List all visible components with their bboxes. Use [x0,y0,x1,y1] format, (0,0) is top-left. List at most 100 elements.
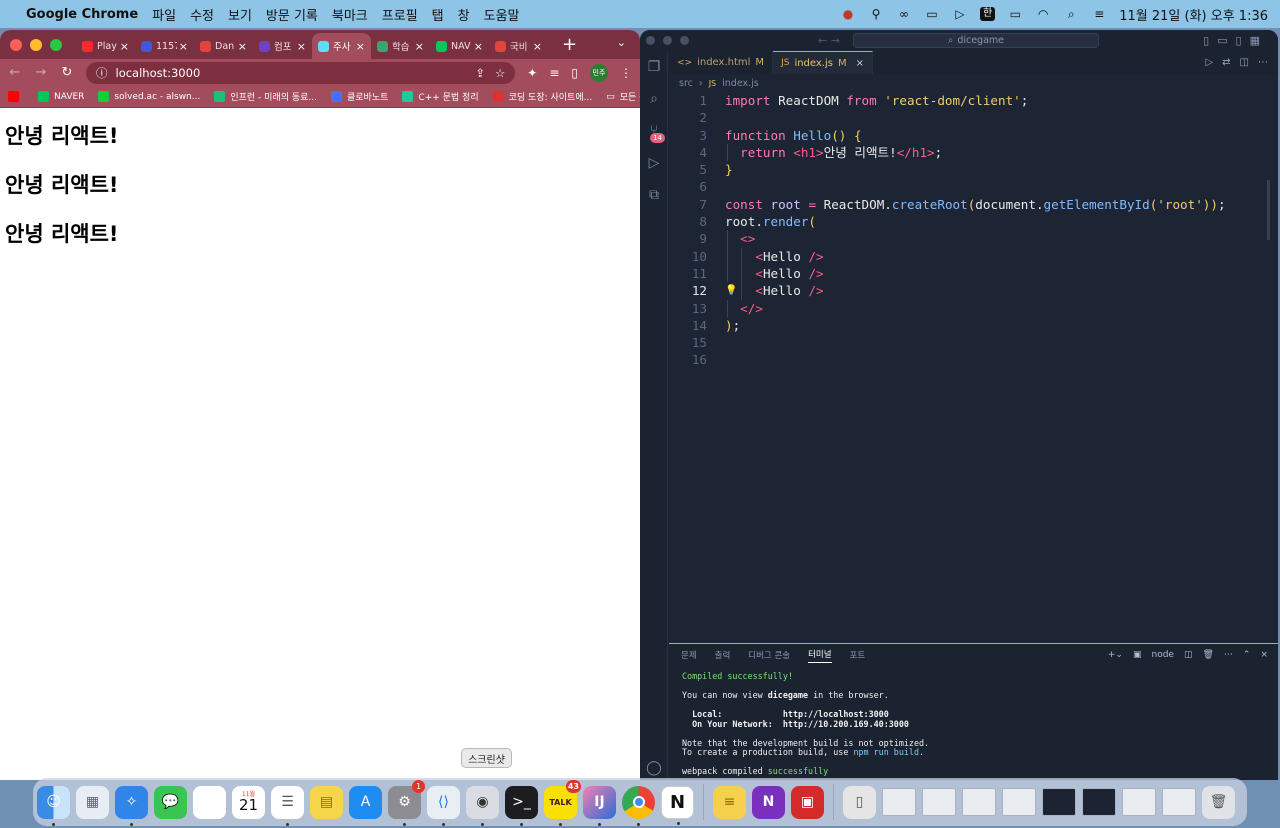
notes-icon[interactable]: ▤ [310,785,343,819]
bookmark-item[interactable]: NAVER [38,91,84,102]
minimized-window-thumbnail[interactable] [1002,788,1036,816]
tab-search-chevron-icon[interactable]: ⌄ [617,36,626,49]
menu-history[interactable]: 방문 기록 [266,5,318,24]
minimized-window-thumbnail[interactable] [1122,788,1156,816]
photos-icon[interactable]: ✿ [193,785,226,819]
vscode-close-button[interactable] [646,36,655,45]
terminal-icon[interactable]: >_ [505,785,538,826]
stickies-icon[interactable]: ≡ [713,785,746,819]
url-text[interactable]: localhost:3000 [116,66,201,80]
close-icon[interactable]: × [415,40,424,53]
reading-list-icon[interactable]: ≡ [549,66,559,80]
menu-window[interactable]: 창 [458,5,470,24]
onenote-icon[interactable]: N [752,785,785,819]
close-icon[interactable]: × [356,40,365,53]
account-icon[interactable]: ◯ [640,760,668,776]
ar-icon[interactable]: ⚲ [868,7,884,21]
menu-tab[interactable]: 탭 [432,5,444,24]
close-icon[interactable]: × [474,40,483,53]
close-icon[interactable]: × [179,40,188,53]
code-line[interactable]: 6 [669,178,1278,195]
minimized-window-thumbnail[interactable] [962,788,996,816]
code-line[interactable]: 11 <Hello /> [669,264,1278,283]
breadcrumb-file[interactable]: index.js [722,78,759,89]
menu-profiles[interactable]: 프로필 [382,5,418,24]
extensions-icon[interactable]: ⧉ [640,179,668,211]
nav-arrows-icon[interactable]: ← → [818,34,840,47]
code-line[interactable]: 15 [669,334,1278,351]
code-line[interactable]: 7 const root = ReactDOM.createRoot(docume… [669,196,1278,213]
vscode-zoom-button[interactable] [680,36,689,45]
minimized-window-thumbnail[interactable] [882,788,916,816]
search-icon[interactable]: ⌕ [640,83,668,115]
play-icon[interactable]: ▷ [952,7,968,21]
tab-ports[interactable]: 포트 [850,649,866,661]
bookmark-item[interactable]: 인프런 - 미래의 동료... [214,90,317,103]
minimized-window-thumbnail[interactable] [1082,788,1116,816]
code-line[interactable]: 1 import ReactDOM from 'react-dom/client'… [669,92,1278,109]
address-bar[interactable]: ⓘ localhost:3000 ⇪ ☆ [86,61,516,84]
code-line[interactable]: 13 </> [669,299,1278,317]
browser-tab[interactable]: 주사 × [312,33,371,59]
explorer-icon[interactable]: ❐ [640,51,668,83]
trash-icon[interactable]: 🗑 [1202,650,1213,660]
split-editor-icon[interactable]: ◫ [1240,57,1249,68]
menu-file[interactable]: 파일 [152,5,176,24]
display-icon[interactable]: ▭ [924,7,940,21]
zoom-window-button[interactable] [50,38,62,51]
menu-app-name[interactable]: Google Chrome [26,7,138,22]
extensions-icon[interactable]: ✦ [527,66,537,80]
system-settings-icon[interactable]: ⚙ 1 [388,779,425,826]
close-icon[interactable]: × [238,40,247,53]
more-icon[interactable]: ⋯ [1224,650,1233,660]
close-icon[interactable]: × [120,40,129,53]
minimized-window-thumbnail[interactable] [1042,788,1076,816]
code-line[interactable]: 9 <> [669,230,1278,248]
share-icon[interactable]: ⇪ [475,66,485,80]
code-line[interactable]: 12 💡 <Hello /> [669,282,1278,300]
terminal-output[interactable]: Compiled successfully! You can now view … [669,666,1278,780]
vscode-icon[interactable]: ⟨⟩ [427,785,460,826]
tab-terminal[interactable]: 터미널 [808,648,832,663]
code-line[interactable]: 8 root.render( [669,213,1278,230]
notion-icon[interactable]: N [661,785,694,825]
control-center-icon[interactable]: ≡ [1091,7,1107,21]
app-store-icon[interactable]: A [349,785,382,819]
bookmark-item[interactable]: 코딩 도장: 사이트에... [492,90,592,103]
vscode-minimize-button[interactable] [663,36,672,45]
maximize-panel-icon[interactable]: ⌃ [1243,650,1251,660]
launchpad-icon[interactable]: ▦ [76,785,109,819]
finder-icon[interactable]: ☺ [37,785,70,826]
chrome-icon[interactable] [622,785,655,826]
menu-help[interactable]: 도움말 [484,5,520,24]
browser-tab[interactable]: 학습 × [371,33,430,59]
intellij-icon[interactable]: IJ [583,785,616,826]
close-panel-icon[interactable]: × [1260,650,1268,660]
more-actions-icon[interactable]: ⋯ [1258,57,1268,68]
close-window-button[interactable] [10,38,22,51]
tab-index-js[interactable]: JS index.js M × [773,51,873,74]
tab-problems[interactable]: 문제 [681,649,697,661]
browser-tab[interactable]: NAV × [430,33,489,59]
reload-button[interactable]: ↻ [60,65,74,80]
browser-tab[interactable]: Play × [76,33,135,59]
browser-tab[interactable]: 국비 × [489,33,548,59]
safari-icon[interactable]: ✧ [115,785,148,826]
tab-index-html[interactable]: <> index.html M [669,51,774,74]
browser-tab[interactable]: 컴포 × [253,33,312,59]
bookmark-star-icon[interactable]: ☆ [495,66,505,80]
new-tab-button[interactable]: + [562,34,577,55]
browser-tab[interactable]: Dan × [194,33,253,59]
close-icon[interactable]: × [297,40,306,53]
code-editor[interactable]: 1 import ReactDOM from 'react-dom/client'… [669,92,1278,642]
close-icon[interactable]: × [856,58,864,69]
menu-view[interactable]: 보기 [228,5,252,24]
minimized-window-thumbnail[interactable] [922,788,956,816]
code-line[interactable]: 2 [669,109,1278,126]
run-debug-icon[interactable]: ▷ [640,147,668,179]
code-line[interactable]: 4 return <h1>안녕 리액트!</h1>; [669,143,1278,162]
command-center-search[interactable]: ⌕ dicegame [853,33,1099,48]
menu-edit[interactable]: 수정 [190,5,214,24]
code-line[interactable]: 3 function Hello() { [669,127,1278,144]
recording-icon[interactable]: ● [840,7,856,21]
